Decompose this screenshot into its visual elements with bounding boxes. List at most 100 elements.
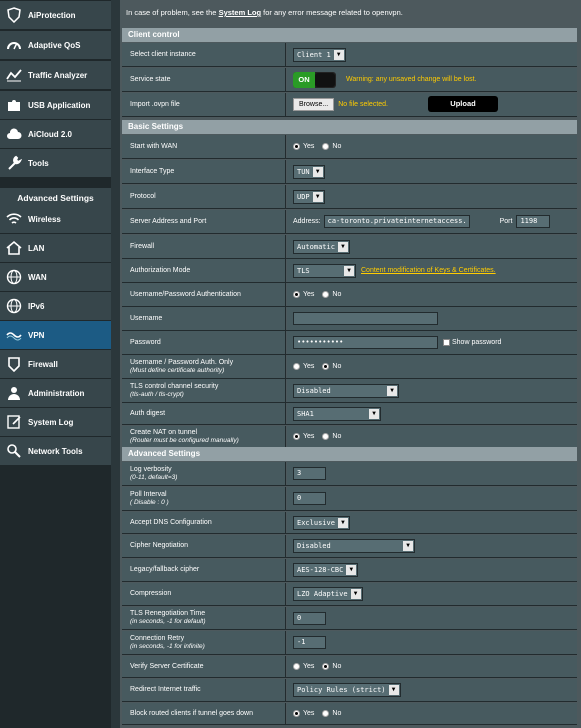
sidebar-item-label: Network Tools (28, 446, 83, 456)
sidebar-item-network-tools[interactable]: Network Tools (0, 437, 111, 466)
verify-cert-yes[interactable]: Yes (293, 663, 314, 670)
basic-settings-title: Basic Settings (122, 120, 577, 134)
tls-reneg-input[interactable]: 0 (293, 611, 326, 625)
person-icon (0, 379, 28, 408)
client-instance-select[interactable]: Client 1 ▼ (293, 47, 346, 62)
radio-label: No (332, 710, 342, 717)
firewall-icon (0, 350, 28, 379)
nat-note: (Router must be configured manually) (130, 436, 239, 444)
radio-label: Yes (303, 291, 315, 298)
password-label: Password (122, 331, 286, 354)
create-nat-no[interactable]: No (322, 433, 341, 440)
sidebar-item-label: Tools (28, 158, 49, 168)
sidebar-item-system-log[interactable]: System Log (0, 408, 111, 437)
accept-dns-select[interactable]: Exclusive ▼ (293, 515, 350, 530)
server-address-input[interactable]: ca-toronto.privateinternetaccess. (323, 215, 470, 228)
select-value: UDP (297, 192, 310, 201)
auth-only-no[interactable]: No (322, 363, 341, 370)
sidebar-item-tools[interactable]: Tools (0, 149, 111, 178)
verify-cert-no[interactable]: No (322, 663, 341, 670)
sidebar-item-adaptive-qos[interactable]: Adaptive QoS (0, 31, 111, 60)
sidebar-item-label: Wireless (28, 214, 61, 224)
legacy-cipher-select[interactable]: AES-128-CBC ▼ (293, 563, 359, 577)
cipher-negotiation-select[interactable]: Disabled ▼ (293, 539, 415, 553)
radio-dot (293, 433, 300, 440)
row-select-client: Select client instance Client 1 ▼ (122, 43, 577, 67)
row-poll-interval: Poll Interval( Disable : 0 ) 0 (122, 487, 577, 511)
connection-retry-input[interactable]: -1 (293, 636, 326, 649)
radio-dot (293, 363, 300, 370)
sidebar-item-ipv6[interactable]: IPv6 (0, 292, 111, 321)
row-log-verbosity: Log verbosity (0-11, default=3) 3 (122, 462, 577, 486)
row-username: Username (122, 307, 577, 331)
poll-interval-input[interactable]: 0 (293, 492, 326, 505)
poll-interval-label: Poll Interval( Disable : 0 ) (122, 487, 286, 510)
chevron-down-icon: ▼ (337, 241, 348, 252)
compression-select[interactable]: LZO Adaptive ▼ (293, 587, 363, 601)
tls-label-text: TLS control channel security (130, 382, 219, 390)
chevron-down-icon: ▼ (346, 565, 357, 575)
start-wan-label: Start with WAN (122, 135, 286, 158)
keys-certificates-link[interactable]: Content modification of Keys & Certifica… (361, 267, 496, 274)
chevron-down-icon: ▼ (350, 589, 361, 599)
password-input[interactable]: ••••••••••• (293, 336, 438, 349)
radio-dot (293, 143, 300, 150)
retry-label-text: Connection Retry (130, 634, 185, 642)
show-password-checkbox[interactable] (443, 339, 450, 346)
row-compression: Compression LZO Adaptive ▼ (122, 583, 577, 606)
network-icon (0, 437, 28, 466)
sidebar-item-wireless[interactable]: Wireless (0, 205, 111, 234)
sidebar-item-aiprotection[interactable]: AiProtection (0, 1, 111, 30)
firewall-select[interactable]: Automatic ▼ (293, 239, 350, 254)
port-input[interactable]: 1198 (516, 215, 551, 228)
sidebar-item-vpn[interactable]: VPN (0, 321, 111, 350)
start-wan-yes[interactable]: Yes (293, 143, 314, 150)
tls-security-select[interactable]: Disabled ▼ (293, 383, 399, 398)
cloud-icon (0, 120, 28, 149)
redirect-traffic-select[interactable]: Policy Rules (strict) ▼ (293, 683, 401, 697)
toggle-knob (315, 72, 335, 87)
select-value: Disabled (297, 386, 331, 395)
server-address-label: Server Address and Port (122, 210, 286, 233)
log-verbosity-input[interactable]: 3 (293, 467, 326, 480)
sidebar-item-wan[interactable]: WAN (0, 263, 111, 292)
row-verify-server-cert: Verify Server Certificate Yes No (122, 656, 577, 678)
browse-button[interactable]: Browse... (293, 98, 335, 111)
sidebar-item-administration[interactable]: Administration (0, 379, 111, 408)
create-nat-yes[interactable]: Yes (293, 433, 314, 440)
sidebar-item-traffic-analyzer[interactable]: Traffic Analyzer (0, 61, 111, 90)
start-wan-no[interactable]: No (322, 143, 341, 150)
sidebar-item-label: Adaptive QoS (28, 40, 81, 50)
globe-icon (0, 263, 28, 292)
interface-type-label: Interface Type (122, 160, 286, 183)
sidebar-item-label: IPv6 (28, 301, 45, 311)
wifi-icon (0, 205, 28, 234)
shield-icon (0, 1, 28, 30)
poll-note: ( Disable : 0 ) (130, 498, 169, 506)
userpass-auth-yes[interactable]: Yes (293, 291, 314, 298)
radio-dot (322, 433, 330, 440)
row-server-address: Server Address and Port Address: ca-toro… (122, 210, 577, 234)
radio-dot (322, 710, 330, 717)
sidebar-item-usb-application[interactable]: USB Application (0, 91, 111, 120)
block-routed-yes[interactable]: Yes (293, 710, 314, 717)
sidebar-item-aicloud[interactable]: AiCloud 2.0 (0, 120, 111, 149)
compression-label: Compression (122, 583, 286, 605)
upload-button[interactable]: Upload (428, 96, 498, 112)
system-log-link[interactable]: System Log (219, 8, 262, 17)
vpn-icon (0, 321, 28, 350)
protocol-select[interactable]: UDP ▼ (293, 189, 325, 204)
userpass-auth-no[interactable]: No (322, 291, 341, 298)
auth-digest-select[interactable]: SHA1 ▼ (293, 406, 381, 421)
interface-type-select[interactable]: TUN ▼ (293, 164, 325, 179)
username-input[interactable] (293, 312, 438, 325)
service-state-toggle[interactable]: ON (293, 71, 336, 88)
sidebar-item-firewall[interactable]: Firewall (0, 350, 111, 379)
radio-label: No (332, 663, 342, 670)
auth-mode-select[interactable]: TLS ▼ (293, 263, 356, 278)
row-auth-mode: Authorization Mode TLS ▼ Content modifica… (122, 259, 577, 283)
sidebar-item-lan[interactable]: LAN (0, 234, 111, 263)
auth-only-yes[interactable]: Yes (293, 363, 314, 370)
chevron-down-icon: ▼ (312, 166, 323, 177)
block-routed-no[interactable]: No (322, 710, 341, 717)
